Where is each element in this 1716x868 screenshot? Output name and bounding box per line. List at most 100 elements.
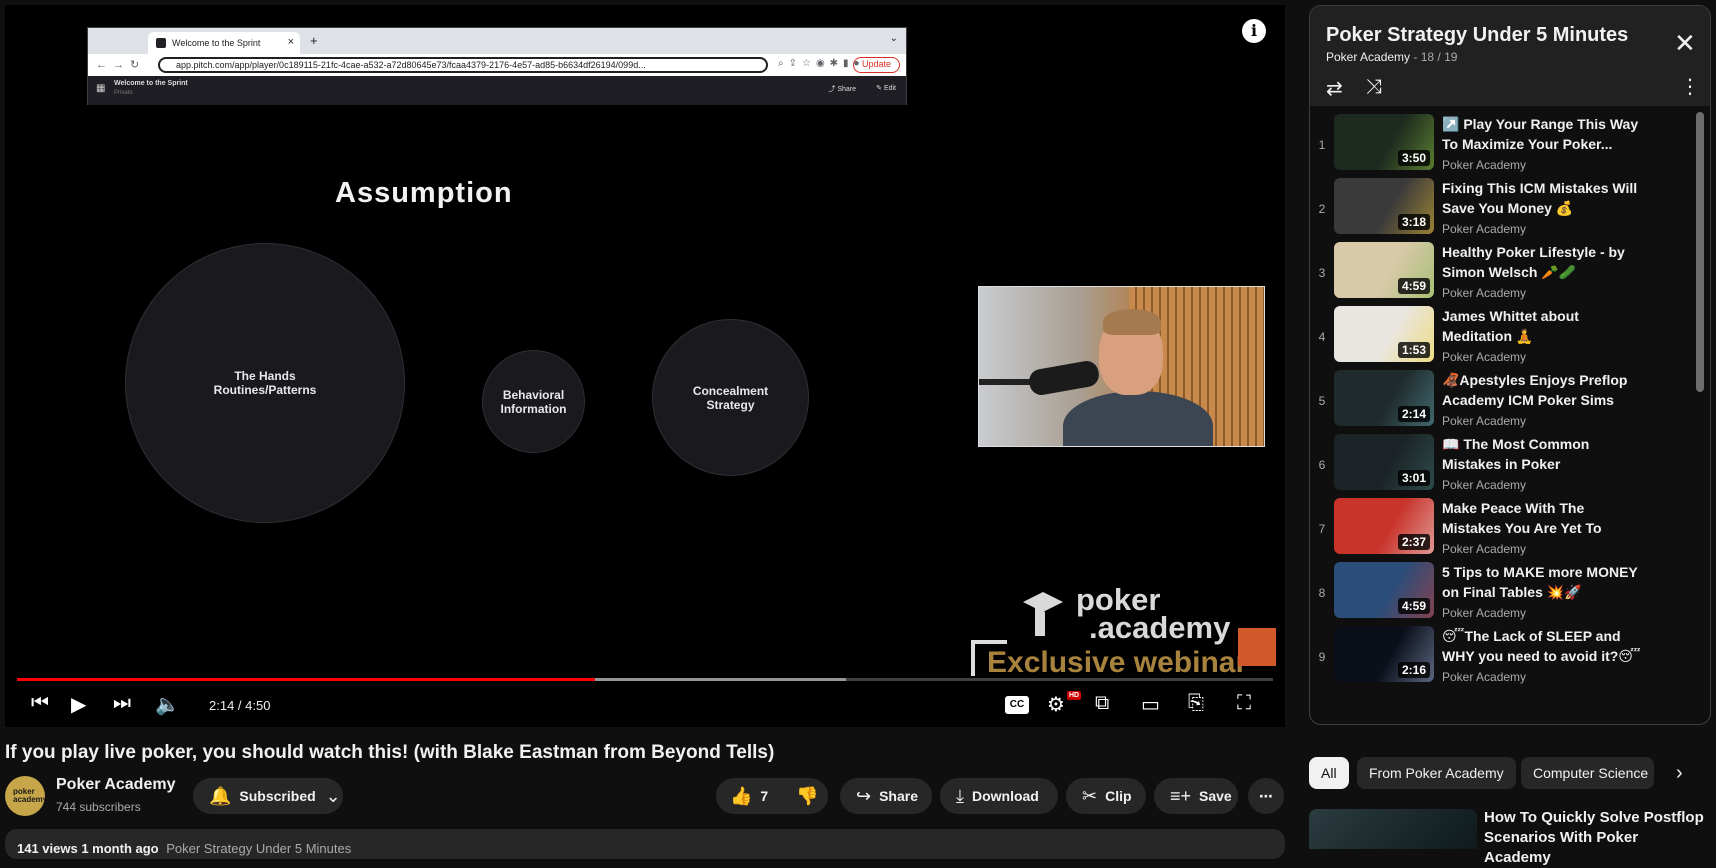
playlist-item-number: 9 [1318,650,1326,664]
playlist-item-thumbnail[interactable]: 3:18 [1334,178,1434,234]
microphone-icon [1027,359,1101,397]
video-title: If you play live poker, you should watch… [5,742,775,763]
browser-update-button: Update [852,57,900,73]
playlist-item-thumbnail[interactable]: 4:59 [1334,242,1434,298]
loop-icon[interactable]: ⇄ [1326,76,1343,101]
playlist-header: Poker Strategy Under 5 Minutes Poker Aca… [1310,6,1710,106]
playlist-item-channel: Poker Academy [1442,542,1527,556]
previous-icon[interactable]: ⏮ [31,692,49,715]
clip-label: Clip [1105,788,1132,804]
like-dislike-group: 👍 7 👎 [716,778,828,814]
channel-avatar[interactable]: poker academy [5,776,45,816]
miniplayer-icon[interactable]: ⧉ [1095,692,1109,715]
playlist-item-duration: 3:18 [1397,214,1430,230]
recommendation-thumbnail[interactable] [1309,809,1477,849]
playlist-item-title[interactable]: 😴The Lack of SLEEP and WHY you need to a… [1442,626,1642,666]
pitch-doc-privacy: Private [114,90,133,96]
playlist-item-thumbnail[interactable]: 3:50 [1334,114,1434,170]
playlist-item-thumbnail[interactable]: 2:37 [1334,498,1434,554]
avatar-logo-text: poker academy [13,787,45,804]
clip-button[interactable]: ✂ Clip [1066,778,1146,814]
recommendation-title[interactable]: How To Quickly Solve Postflop Scenarios … [1484,808,1704,868]
download-button[interactable]: ⤓ Download [940,778,1058,814]
channel-name[interactable]: Poker Academy [56,776,175,794]
chip-all[interactable]: All [1309,757,1349,789]
slide-bubble-behavioral: Behavioral Information [482,350,585,453]
playlist-item-thumbnail[interactable]: 1:53 [1334,306,1434,362]
playlist-subtitle: Poker Academy - 18 / 19 [1326,50,1457,64]
settings-gear-icon[interactable]: ⚙ [1047,692,1065,717]
playlist-scrollbar[interactable] [1696,112,1704,392]
slide-bubble-label: The Hands Routines/Patterns [213,369,317,397]
playlist-item-title[interactable]: 5 Tips to MAKE more MONEY on Final Table… [1442,562,1642,602]
playlist-item-thumbnail[interactable]: 2:16 [1334,626,1434,682]
playlist-title[interactable]: Poker Strategy Under 5 Minutes [1326,24,1628,47]
pitch-favicon-icon [156,38,166,48]
subscriber-count: 744 subscribers [56,800,141,814]
pitch-share-label: ⤴ Share [828,86,856,93]
playlist-item-thumbnail[interactable]: 4:59 [1334,562,1434,618]
subtitles-button[interactable]: CC [1005,696,1029,714]
playlist-item-duration: 4:59 [1397,278,1430,294]
grid-icon: ▦ [96,83,106,94]
watermark-banner: Exclusive webinar [987,646,1248,679]
playlist-item-thumbnail[interactable]: 2:14 [1334,370,1434,426]
player-controls: ⏮ ▶ ⏭ 🔈 2:14 / 4:50 CC ⚙ HD ⧉ ▭ ⎘ ⛶ [5,685,1285,727]
progress-bar[interactable] [17,678,1273,681]
browser-url: app.pitch.com/app/player/0c189115-21fc-4… [158,57,768,73]
playlist-item[interactable]: 9 2:16 😴The Lack of SLEEP and WHY you need… [1310,622,1710,692]
playlist-channel[interactable]: Poker Academy [1326,50,1410,64]
playlist-item-title[interactable]: 🦧Apestyles Enjoys Preflop Academy ICM Po… [1442,370,1642,410]
playlist-item-thumbnail[interactable]: 3:01 [1334,434,1434,490]
browser-tab-bar: Welcome to the Sprint × + ⌄ [88,28,906,54]
playlist-item[interactable]: 5 2:14 🦧Apestyles Enjoys Preflop Academy I… [1310,366,1710,436]
shuffle-icon[interactable]: ⤨ [1366,76,1382,99]
volume-icon[interactable]: 🔈 [155,692,180,717]
dislike-icon[interactable]: 👎 [796,786,818,807]
fullscreen-icon[interactable]: ⛶ [1237,692,1251,715]
time-display: 2:14 / 4:50 [209,698,271,713]
webcam-overlay [978,286,1265,447]
more-vertical-icon[interactable]: ⋮ [1680,74,1700,99]
playlist-item[interactable]: 8 4:59 5 Tips to MAKE more MONEY on Final … [1310,558,1710,628]
playlist-item[interactable]: 3 4:59 Healthy Poker Lifestyle - by Simon … [1310,238,1710,308]
share-button[interactable]: ↪ Share [840,778,932,814]
cast-icon[interactable]: ⎘ [1188,692,1204,715]
close-icon[interactable]: ✕ [1674,30,1696,56]
chevron-right-icon[interactable]: › [1676,762,1683,785]
chip-from-channel[interactable]: From Poker Academy [1357,757,1516,789]
playlist-item-title[interactable]: Healthy Poker Lifestyle - by Simon Welsc… [1442,242,1642,282]
close-tab-icon: × [287,36,294,48]
share-label: Share [879,788,919,804]
play-icon[interactable]: ▶ [71,692,86,717]
more-horizontal-icon: ⋯ [1259,787,1273,804]
next-icon[interactable]: ⏭ [113,692,131,715]
playlist-item-title[interactable]: James Whittet about Meditation 🧘 [1442,306,1642,346]
playlist-item-title[interactable]: ↗️ Play Your Range This Way To Maximize … [1442,114,1642,154]
playlist-item-title[interactable]: Fixing This ICM Mistakes Will Save You M… [1442,178,1642,218]
playlist-item[interactable]: 2 3:18 Fixing This ICM Mistakes Will Save … [1310,174,1710,244]
subscribed-button[interactable]: 🔔 Subscribed ⌄ [193,778,343,814]
playlist-item-duration: 2:14 [1397,406,1430,422]
video-player[interactable]: Welcome to the Sprint × + ⌄ ←→↻ app.pitc… [5,5,1285,727]
bell-icon: 🔔 [209,785,232,806]
more-actions-button[interactable]: ⋯ [1248,778,1284,814]
playlist-item-duration: 3:01 [1397,470,1430,486]
playlist-item[interactable]: 6 3:01 📖 The Most Common Mistakes in Poker… [1310,430,1710,500]
save-playlist-icon: ≡+ [1170,785,1192,806]
browser-address-bar: ←→↻ app.pitch.com/app/player/0c189115-21… [88,54,906,76]
share-icon: ↪ [856,785,872,806]
playlist-item[interactable]: 1 3:50 ↗️ Play Your Range This Way To Maxi… [1310,110,1710,180]
like-icon[interactable]: 👍 [730,786,752,807]
theater-mode-icon[interactable]: ▭ [1141,692,1160,717]
playlist-item-title[interactable]: 📖 The Most Common Mistakes in Poker Tour… [1442,434,1642,474]
playlist-item[interactable]: 7 2:37 Make Peace With The Mistakes You Ar… [1310,494,1710,564]
chip-computer-science[interactable]: Computer Science [1521,757,1654,789]
save-button[interactable]: ≡+ Save [1154,778,1238,814]
slide-bubble-hands: The Hands Routines/Patterns [125,243,405,523]
info-icon[interactable]: i [1242,19,1266,43]
playlist-item-title[interactable]: Make Peace With The Mistakes You Are Yet… [1442,498,1642,538]
playlist-item[interactable]: 4 1:53 James Whittet about Meditation 🧘 Pok… [1310,302,1710,372]
description-box[interactable]: 141 views 1 month ago Poker Strategy Und… [5,829,1285,859]
slide-bubble-label: Concealment Strategy [692,383,769,412]
